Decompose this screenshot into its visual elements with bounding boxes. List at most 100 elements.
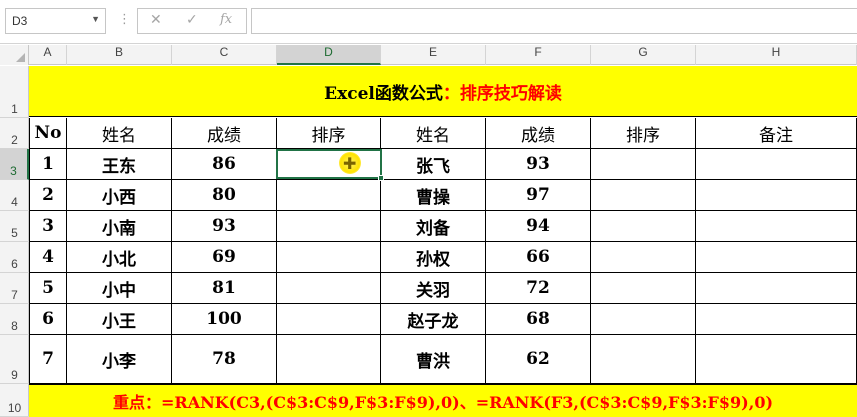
header-name2: 姓名 xyxy=(416,125,450,146)
cell-a5[interactable]: 3 xyxy=(29,211,67,242)
cell-d2[interactable]: 排序 xyxy=(277,118,381,149)
cell-f2[interactable]: 成绩 xyxy=(486,118,591,149)
cell-g9[interactable] xyxy=(591,335,696,384)
cell-c8[interactable]: 100 xyxy=(172,304,277,335)
cell-g5[interactable] xyxy=(591,211,696,242)
row-header-2[interactable]: 2 xyxy=(0,118,29,149)
cell-e2[interactable]: 姓名 xyxy=(381,118,486,149)
cell-e8[interactable]: 赵子龙 xyxy=(381,304,486,335)
cell-e5[interactable]: 刘备 xyxy=(381,211,486,242)
cell-g2[interactable]: 排序 xyxy=(591,118,696,149)
cell-f7[interactable]: 72 xyxy=(486,273,591,304)
cell-f4[interactable]: 97 xyxy=(486,180,591,211)
cell-h5[interactable] xyxy=(696,211,857,242)
title-cell-row-1[interactable]: Excel函数公式：排序技巧解读 xyxy=(29,66,857,117)
cell-c5[interactable]: 93 xyxy=(172,211,277,242)
cell-h3[interactable] xyxy=(696,149,857,180)
confirm-icon[interactable]: ✓ xyxy=(186,12,198,28)
fill-handle[interactable] xyxy=(378,175,384,181)
cell-b8[interactable]: 小王 xyxy=(67,304,172,335)
cell-a6[interactable]: 4 xyxy=(29,242,67,273)
cell-d5[interactable] xyxy=(277,211,381,242)
footer-cell-row-10[interactable]: 重点： =RANK(C3,(C$3:C$9,F$3:F$9),0)、=RANK(F… xyxy=(29,384,857,417)
row-header-8[interactable]: 8 xyxy=(0,304,29,335)
cell-b6[interactable]: 小北 xyxy=(67,242,172,273)
column-header-b[interactable]: B xyxy=(67,45,172,65)
value-name2: 关羽 xyxy=(416,280,450,301)
cell-a8[interactable]: 6 xyxy=(29,304,67,335)
column-header-d[interactable]: D xyxy=(277,45,381,65)
cell-h2[interactable]: 备注 xyxy=(696,118,857,149)
cell-d4[interactable] xyxy=(277,180,381,211)
formula-buttons: ✕ ✓ fx xyxy=(137,8,247,34)
value-name2: 张飞 xyxy=(416,156,450,177)
header-score2: 成绩 xyxy=(521,125,555,146)
cell-c7[interactable]: 81 xyxy=(172,273,277,304)
select-all-button[interactable] xyxy=(0,45,29,65)
chevron-down-icon[interactable]: ▼ xyxy=(91,14,100,24)
cell-e9[interactable]: 曹洪 xyxy=(381,335,486,384)
cell-g7[interactable] xyxy=(591,273,696,304)
row-header-4[interactable]: 4 xyxy=(0,180,29,211)
cell-h9[interactable] xyxy=(696,335,857,384)
cell-f9[interactable]: 62 xyxy=(486,335,591,384)
cell-a7[interactable]: 5 xyxy=(29,273,67,304)
cell-f5[interactable]: 94 xyxy=(486,211,591,242)
row-header-7[interactable]: 7 xyxy=(0,273,29,304)
cell-d7[interactable] xyxy=(277,273,381,304)
insert-function-icon[interactable]: fx xyxy=(220,12,232,27)
cell-g8[interactable] xyxy=(591,304,696,335)
cell-h6[interactable] xyxy=(696,242,857,273)
column-header-a[interactable]: A xyxy=(29,45,67,65)
cell-b2[interactable]: 姓名 xyxy=(67,118,172,149)
column-header-g[interactable]: G xyxy=(591,45,696,65)
cell-a9[interactable]: 7 xyxy=(29,335,67,384)
cell-c9[interactable]: 78 xyxy=(172,335,277,384)
column-header-c[interactable]: C xyxy=(172,45,277,65)
cell-e4[interactable]: 曹操 xyxy=(381,180,486,211)
column-header-f[interactable]: F xyxy=(486,45,591,65)
name-box[interactable]: D3 ▼ xyxy=(5,8,106,34)
cell-h4[interactable] xyxy=(696,180,857,211)
cell-b7[interactable]: 小中 xyxy=(67,273,172,304)
cell-a4[interactable]: 2 xyxy=(29,180,67,211)
cell-g6[interactable] xyxy=(591,242,696,273)
formula-input[interactable] xyxy=(251,8,857,34)
cell-f8[interactable]: 68 xyxy=(486,304,591,335)
cell-a3[interactable]: 1 xyxy=(29,149,67,180)
cancel-icon[interactable]: ✕ xyxy=(150,12,162,28)
cell-f3[interactable]: 93 xyxy=(486,149,591,180)
cell-e3[interactable]: 张飞 xyxy=(381,149,486,180)
column-header-e[interactable]: E xyxy=(381,45,486,65)
cell-c6[interactable]: 69 xyxy=(172,242,277,273)
row-header-5[interactable]: 5 xyxy=(0,211,29,242)
cell-d6[interactable] xyxy=(277,242,381,273)
cell-b4[interactable]: 小西 xyxy=(67,180,172,211)
cell-e6[interactable]: 孙权 xyxy=(381,242,486,273)
row-header-6[interactable]: 6 xyxy=(0,242,29,273)
cell-g3[interactable] xyxy=(591,149,696,180)
cell-b5[interactable]: 小南 xyxy=(67,211,172,242)
row-header-3[interactable]: 3 xyxy=(0,149,29,180)
column-header-h[interactable]: H xyxy=(696,45,857,65)
cell-b3[interactable]: 王东 xyxy=(67,149,172,180)
header-no: No xyxy=(34,123,62,143)
row-headers: 1 2 3 4 5 6 7 8 9 10 xyxy=(0,66,29,417)
cell-d8[interactable] xyxy=(277,304,381,335)
more-options-icon[interactable]: ⋮ xyxy=(118,12,131,27)
value-score: 78 xyxy=(212,349,236,369)
row-header-9[interactable]: 9 xyxy=(0,335,29,384)
cell-h8[interactable] xyxy=(696,304,857,335)
cell-c4[interactable]: 80 xyxy=(172,180,277,211)
row-header-10[interactable]: 10 xyxy=(0,384,29,417)
cell-c2[interactable]: 成绩 xyxy=(172,118,277,149)
cell-d9[interactable] xyxy=(277,335,381,384)
row-header-1[interactable]: 1 xyxy=(0,66,29,118)
cell-h7[interactable] xyxy=(696,273,857,304)
cell-b9[interactable]: 小李 xyxy=(67,335,172,384)
cell-a2[interactable]: No xyxy=(29,118,67,149)
cell-g4[interactable] xyxy=(591,180,696,211)
cell-c3[interactable]: 86 xyxy=(172,149,277,180)
cell-e7[interactable]: 关羽 xyxy=(381,273,486,304)
cell-f6[interactable]: 66 xyxy=(486,242,591,273)
